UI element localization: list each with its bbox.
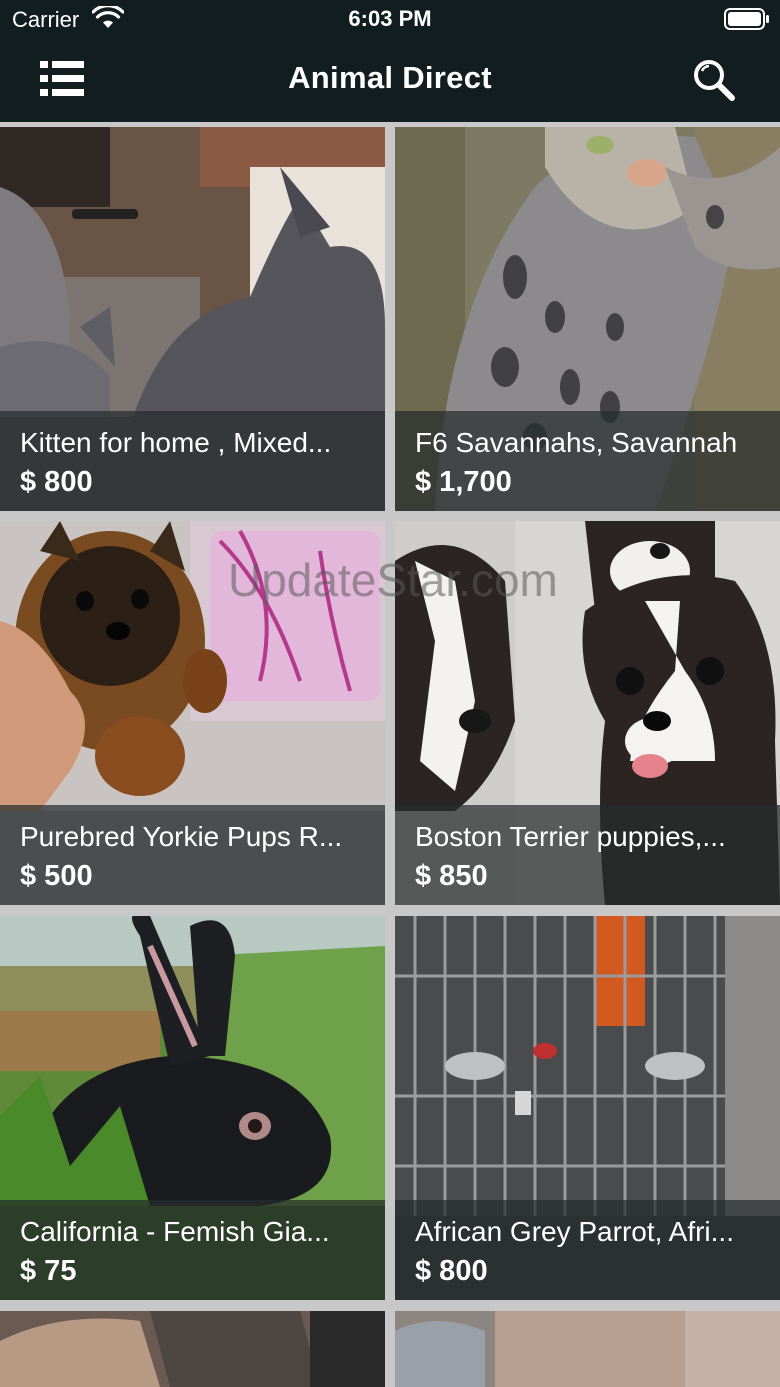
listing-title: Purebred Yorkie Pups R... [20,821,343,852]
dog-photo-partial [0,1311,385,1387]
listing-caption: Boston Terrier puppies,... $ 850 [395,805,780,905]
listing-card[interactable]: Kitten for home , Mixed... $ 800 [0,127,385,511]
app-title: Animal Direct [288,60,492,95]
listing-caption: African Grey Parrot, Afri... $ 800 [395,1200,780,1300]
clock: 6:03 PM [348,6,432,31]
listing-title: California - Femish Gia... [20,1216,330,1247]
listing-card[interactable] [0,1311,385,1387]
listing-title: African Grey Parrot, Afri... [415,1216,734,1247]
listing-title: Boston Terrier puppies,... [415,821,726,852]
listing-card[interactable]: African Grey Parrot, Afri... $ 800 [395,916,780,1300]
search-icon[interactable] [690,56,738,104]
listing-title: F6 Savannahs, Savannah [415,427,738,458]
listing-price: $ 850 [415,860,488,892]
app-header: Carrier 6:03 PM Animal Direct [0,0,780,122]
listing-price: $ 800 [20,466,93,498]
listing-card[interactable]: Purebred Yorkie Pups R... $ 500 [0,521,385,905]
battery-icon [724,8,769,30]
listing-card[interactable]: California - Femish Gia... $ 75 [0,916,385,1300]
listing-caption: California - Femish Gia... $ 75 [0,1200,385,1300]
listing-price: $ 75 [20,1255,77,1287]
listing-caption: Kitten for home , Mixed... $ 800 [0,411,385,511]
listing-card[interactable] [395,1311,780,1387]
listing-grid: Kitten for home , Mixed... $ 800 F6 Sava… [0,122,780,1387]
listing-card[interactable]: Boston Terrier puppies,... $ 850 [395,521,780,905]
listing-price: $ 800 [415,1255,488,1287]
listing-price: $ 500 [20,860,93,892]
listing-title: Kitten for home , Mixed... [20,427,332,458]
animal-photo-partial [395,1311,780,1387]
listing-card[interactable]: F6 Savannahs, Savannah $ 1,700 [395,127,780,511]
listing-price: $ 1,700 [415,466,512,498]
navigation-bar: Animal Direct [0,40,780,122]
listing-caption: F6 Savannahs, Savannah $ 1,700 [395,411,780,511]
listing-caption: Purebred Yorkie Pups R... $ 500 [0,805,385,905]
status-bar: Carrier 6:03 PM [0,0,780,40]
